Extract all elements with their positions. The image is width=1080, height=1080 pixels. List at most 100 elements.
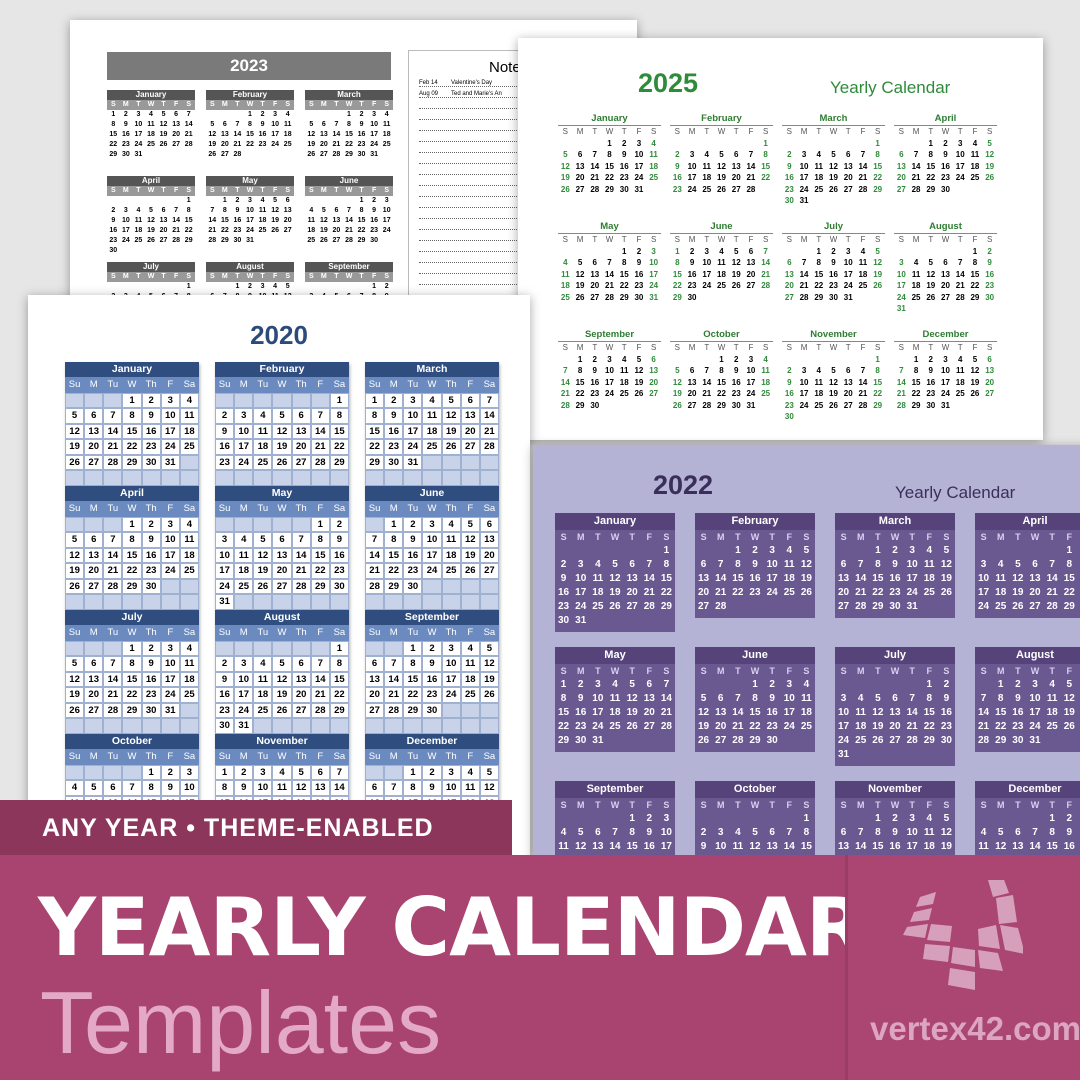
day-cell [479,470,499,486]
day-cell: 20 [985,377,995,387]
day-cell: 24 [799,400,809,410]
month-name: May [555,647,675,664]
day-cell: 29 [403,702,423,718]
day-cell: 30 [357,151,366,158]
weekday-label: S [840,532,847,542]
day-cell: 15 [329,671,349,687]
day-cell: 5 [875,246,880,256]
weekday-label: W [717,235,726,244]
day-cell: 1 [222,197,227,204]
day-cell: 22 [384,563,404,579]
day-cell: 11 [1046,693,1058,704]
weekday-label: Tu [253,377,273,393]
weekday-label: W [422,377,442,393]
weekday-label: S [840,800,847,810]
day-cell: 15 [619,269,629,279]
weekday-label: S [803,532,810,542]
month-name: February [695,513,815,530]
day-cell: 23 [329,563,349,579]
day-cell [281,236,294,246]
day-cell [992,544,1009,558]
day-cell: 23 [784,400,794,410]
day-cell [758,184,773,196]
weekday-label: T [816,343,822,352]
weekday-label: S [803,666,810,676]
day-cell: 20 [715,721,727,732]
day-cell: 15 [761,161,771,171]
day-cell [441,470,461,486]
weekday-label: S [700,666,707,676]
day-cell: 25 [911,292,921,302]
day-cell: 2 [384,283,389,290]
day-cell: 19 [717,173,726,182]
day-cell: 2 [675,150,680,159]
weekday-label: Sa [479,625,499,641]
day-cell: 19 [829,389,838,398]
day-cell: 17 [843,269,853,279]
day-cell [811,411,826,423]
day-grid: SMTWTFS 12345678910111213141516171819202… [558,342,661,411]
day-cell [215,516,235,532]
day-cell [384,718,404,734]
month-name: March [305,90,393,100]
day-cell: 1 [816,246,821,256]
day-cell [343,282,356,292]
weekday-label: S [762,127,769,136]
day-cell: 23 [109,237,118,244]
day-cell: 14 [103,671,123,687]
day-cell: 16 [141,423,161,439]
weekday-label: F [972,235,978,244]
day-cell: 24 [766,587,778,598]
day-cell: 2 [234,764,254,780]
weekday-label: T [704,127,710,136]
day-cell [479,702,499,718]
day-cell: 6 [987,354,992,364]
day-cell [938,246,953,258]
day-cell: 3 [260,283,265,290]
weekday-label: Th [441,377,461,393]
day-cell: 18 [995,587,1007,598]
day-cell: 8 [365,408,385,424]
weekday-label: Th [441,501,461,517]
day-cell: 23 [766,721,778,732]
weekday-label: Th [441,625,461,641]
weekday-label: Tu [403,749,423,765]
day-cell: 20 [843,173,853,182]
month-name: September [558,329,661,342]
day-cell [206,110,219,120]
day-cell: 27 [575,184,585,194]
day-cell [869,748,886,762]
day-cell [84,594,104,610]
day-cell [441,718,461,734]
day-cell [968,303,983,315]
day-cell [624,544,641,558]
day-cell: 23 [749,587,761,598]
day-cell: 5 [943,813,950,824]
day-cell: 5 [161,111,166,118]
month-name: June [670,221,773,234]
day-cell: 8 [359,207,364,214]
day-cell: 10 [253,780,273,796]
day-cell [107,282,120,292]
weekday-label: Su [215,501,235,517]
day-cell: 31 [215,594,235,610]
day-cell: 27 [479,563,499,579]
day-cell: 17 [121,227,130,234]
weekday-label: T [256,100,269,110]
day-cell: 1 [629,813,635,824]
day-cell [938,748,955,762]
day-cell: 22 [575,389,585,398]
day-cell [403,594,423,610]
day-cell [811,354,826,366]
day-cell: 16 [233,217,242,224]
weekday-label: W [422,625,442,641]
day-cell: 29 [970,292,980,302]
day-cell: 16 [941,161,950,171]
day-cell: 4 [260,197,265,204]
day-cell: 12 [940,827,952,838]
month-name: April [107,176,195,186]
day-cell: 6 [84,532,104,548]
day-cell [272,470,292,486]
weekday-label: S [380,100,393,110]
day-cell: 4 [179,392,199,408]
